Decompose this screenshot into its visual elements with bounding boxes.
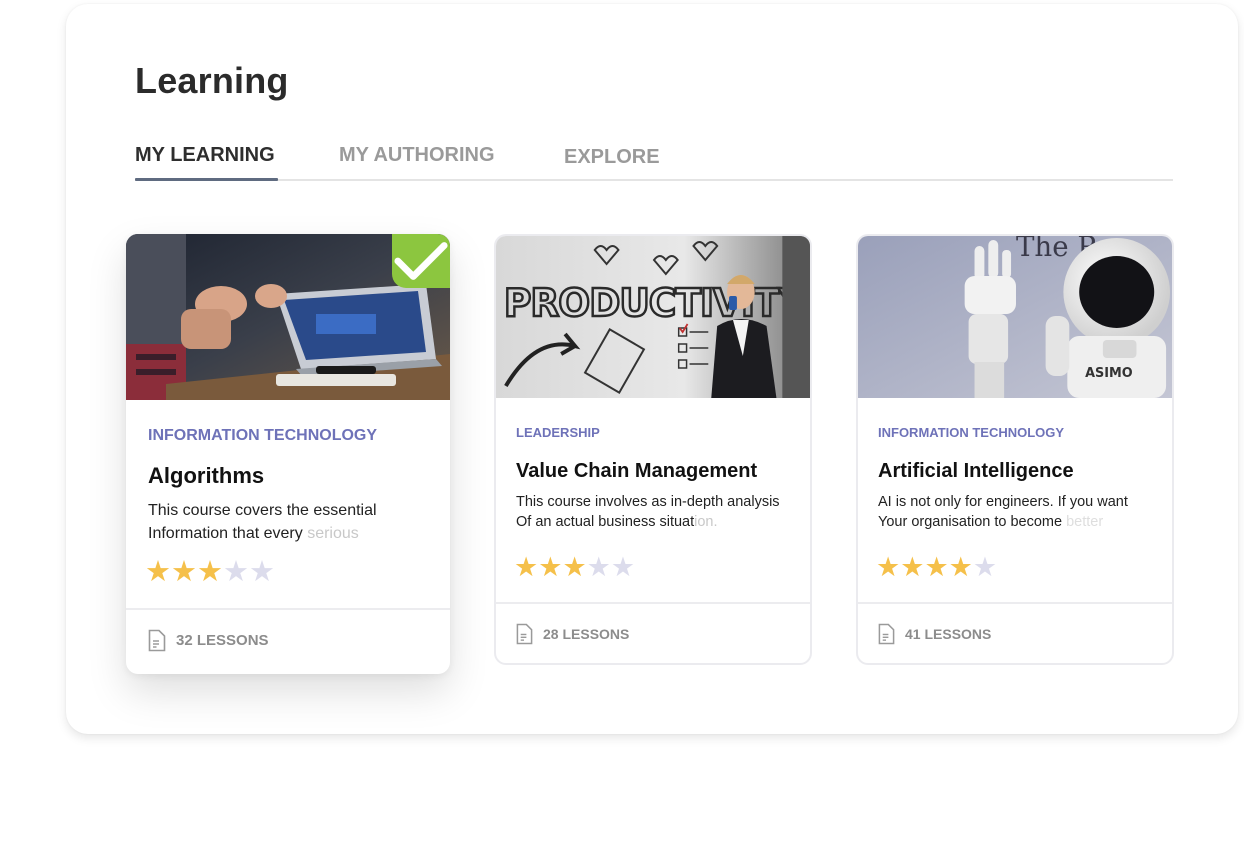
lessons-label: 28 LESSONS (543, 626, 630, 642)
page-title: Learning (135, 60, 289, 101)
star-rating: ★ ★ ★ ★ ★ (514, 554, 635, 581)
course-title[interactable]: Artificial Intelligence (878, 460, 1074, 483)
tab-my-authoring[interactable]: MY AUTHORING (339, 144, 495, 167)
card-divider (858, 602, 1172, 604)
course-image-meeting (126, 234, 450, 400)
course-category: INFORMATION TECHNOLOGY (878, 425, 1065, 440)
tab-explore[interactable]: EXPLORE (564, 146, 660, 169)
star-empty-icon: ★ (610, 552, 636, 582)
star-filled-icon: ★ (514, 552, 539, 582)
star-empty-icon: ★ (223, 556, 249, 588)
star-filled-icon: ★ (948, 552, 973, 582)
document-icon (878, 623, 895, 645)
course-description: This course covers the essential Informa… (148, 499, 377, 545)
star-filled-icon: ★ (145, 556, 171, 588)
course-category: LEADERSHIP (516, 425, 600, 440)
description-text: Your organisation to become (878, 514, 1067, 531)
document-icon (516, 623, 533, 645)
description-text: Information that every (148, 525, 308, 543)
course-title[interactable]: Value Chain Management (516, 460, 757, 483)
lessons-label: 32 LESSONS (176, 632, 269, 649)
course-category: INFORMATION TECHNOLOGY (148, 427, 378, 444)
course-card-artificial-intelligence[interactable]: The P ASIMO INFORMATION TECHNOLOGY Artif… (856, 234, 1174, 665)
star-filled-icon: ★ (924, 552, 949, 582)
course-description: This course involves as in-depth analysi… (516, 492, 780, 533)
tab-my-learning[interactable]: MY LEARNING (135, 144, 275, 167)
course-card-value-chain[interactable]: PRODUCTIVITY LEADERSHIP Value Chain Mana… (494, 234, 812, 665)
description-line: AI is not only for engineers. If you wan… (878, 494, 1128, 510)
course-image-robot: The P ASIMO (858, 236, 1172, 398)
tab-bar: MY LEARNING MY AUTHORING EXPLORE (135, 140, 1173, 181)
svg-text:PRODUCTIVITY: PRODUCTIVITY (504, 281, 806, 325)
star-filled-icon: ★ (876, 552, 901, 582)
description-line: Your organisation to become better (878, 512, 1128, 532)
description-line: This course involves as in-depth analysi… (516, 494, 780, 510)
document-icon (148, 629, 166, 652)
lessons-count: 41 LESSONS (878, 623, 991, 645)
svg-text:ASIMO: ASIMO (1085, 366, 1133, 381)
course-title[interactable]: Algorithms (148, 463, 264, 489)
course-image-productivity: PRODUCTIVITY (496, 236, 810, 398)
star-filled-icon: ★ (538, 552, 563, 582)
description-line: Information that every serious (148, 522, 377, 545)
star-filled-icon: ★ (900, 552, 925, 582)
card-divider (496, 602, 810, 604)
description-fade-text: serious (307, 525, 359, 543)
lessons-label: 41 LESSONS (905, 626, 992, 642)
star-empty-icon: ★ (586, 552, 611, 582)
active-tab-indicator (135, 178, 278, 181)
completed-badge (392, 234, 450, 288)
description-line: This course covers the essential (148, 502, 377, 519)
description-fade-text: ion. (694, 514, 718, 531)
star-filled-icon: ★ (197, 556, 223, 588)
star-rating: ★ ★ ★ ★ ★ (876, 554, 997, 581)
star-filled-icon: ★ (562, 552, 587, 582)
lessons-count: 28 LESSONS (516, 623, 629, 645)
description-fade-text: better (1066, 514, 1104, 531)
star-empty-icon: ★ (972, 552, 998, 582)
star-empty-icon: ★ (249, 556, 275, 588)
description-line: Of an actual business situation. (516, 512, 780, 532)
card-divider (126, 608, 450, 610)
star-rating: ★ ★ ★ ★ ★ (145, 558, 275, 587)
lessons-count: 32 LESSONS (148, 629, 269, 652)
description-text: Of an actual business situat (516, 514, 695, 531)
checkmark-icon (394, 242, 448, 280)
course-description: AI is not only for engineers. If you wan… (878, 492, 1128, 533)
course-card-algorithms[interactable]: INFORMATION TECHNOLOGY Algorithms This c… (126, 234, 450, 674)
star-filled-icon: ★ (171, 556, 197, 588)
